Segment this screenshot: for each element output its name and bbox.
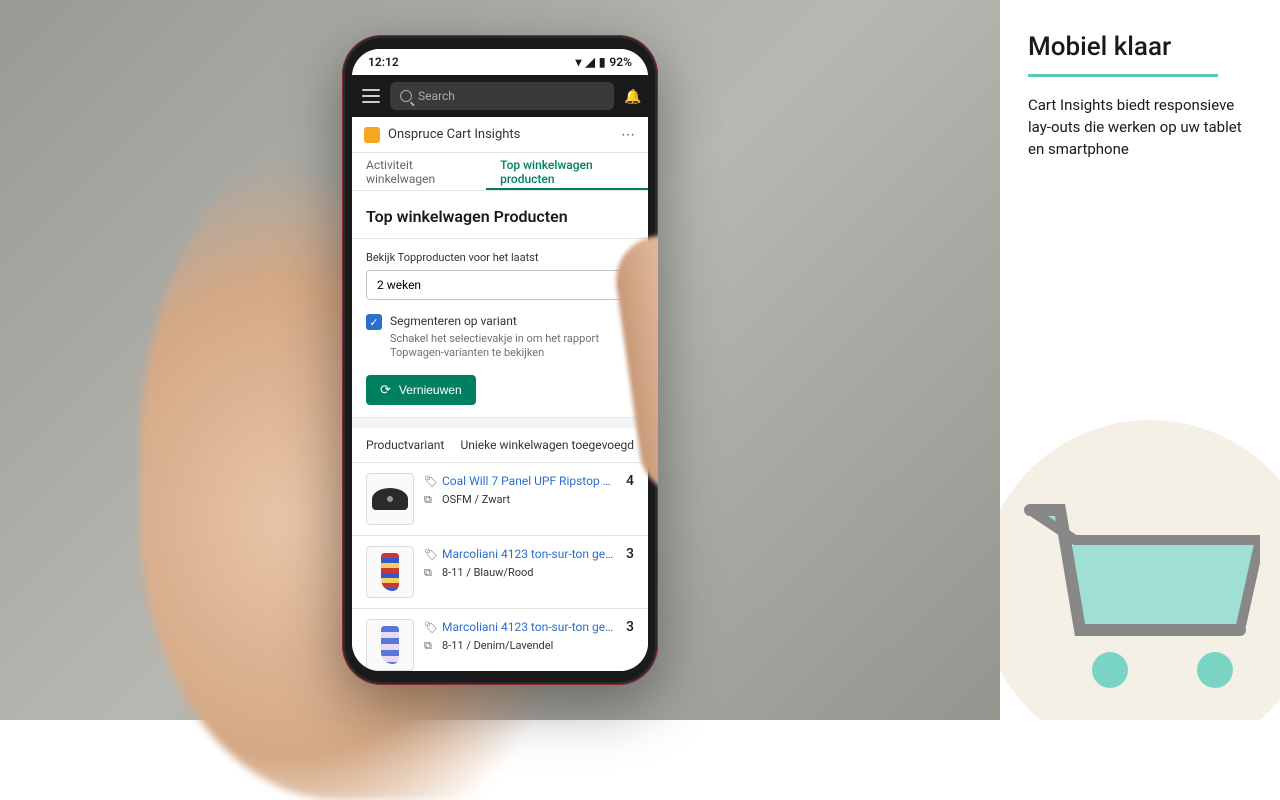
app-logo-icon [364,127,380,143]
cart-icon [1020,490,1260,710]
top-bar: Search 🔔 [352,75,648,117]
product-name-link[interactable]: Marcoliani 4123 ton-sur-ton gestree… [442,547,616,561]
product-thumbnail [366,473,414,525]
cart-count: 3 [626,619,634,635]
table-row[interactable]: 🏷 Coal Will 7 Panel UPF Ripstop Snapp… 4… [352,463,648,536]
segment-label: Segmenteren op variant [390,314,634,328]
table-row[interactable]: 🏷 Marcoliani 4123 ton-sur-ton gestree… 3… [352,609,648,671]
tag-icon: 🏷 [424,621,436,633]
select-value: 2 weken [377,278,421,292]
variant-text: 8-11 / Denim/Lavendel [442,639,553,652]
tab-top-products[interactable]: Top winkelwagen producten [486,153,648,190]
table-header: Productvariant Unieke winkelwagen toegev… [352,428,648,463]
title-underline [1028,74,1218,77]
tag-icon: 🏷 [424,548,436,560]
table-row[interactable]: 🏷 Marcoliani 4123 ton-sur-ton gestree… 3… [352,536,648,609]
refresh-label: Vernieuwen [399,383,462,397]
product-thumbnail [366,546,414,598]
divider [352,418,648,428]
col-unique-carts: Unieke winkelwagen toegevoegd [460,438,634,452]
copy-icon: ⧉ [424,566,436,578]
phone-screen: 12:12 ▾ ◢ ▮ 92% Search 🔔 Onspruce Cart [352,49,648,671]
app-header: Onspruce Cart Insights ⋯ [352,117,648,153]
tag-icon: 🏷 [424,475,436,487]
product-thumbnail [366,619,414,671]
product-name-link[interactable]: Coal Will 7 Panel UPF Ripstop Snapp… [442,474,616,488]
variant-text: 8-11 / Blauw/Rood [442,566,534,579]
wifi-icon: ▾ [576,55,582,69]
period-select[interactable]: 2 weken ▴▾ [366,270,634,300]
variant-text: OSFM / Zwart [442,493,510,506]
copy-icon: ⧉ [424,493,436,505]
cart-count: 4 [626,473,634,489]
page-title: Top winkelwagen Producten [352,191,648,239]
phone-frame: 12:12 ▾ ◢ ▮ 92% Search 🔔 Onspruce Cart [342,35,658,685]
segment-sublabel: Schakel het selectievakje in om het rapp… [390,332,634,361]
segment-checkbox[interactable]: ✓ [366,314,382,330]
filter-label: Bekijk Topproducten voor het laatst [366,251,634,264]
refresh-icon: ⟳ [380,382,391,398]
promo-panel: Mobiel klaar Cart Insights biedt respons… [1000,0,1280,720]
status-time: 12:12 [368,55,399,69]
status-indicators: ▾ ◢ ▮ 92% [576,55,632,69]
promo-body: Cart Insights biedt responsieve lay-outs… [1028,95,1252,160]
app-title: Onspruce Cart Insights [388,127,613,142]
signal-icon: ◢ [586,55,595,69]
status-bar: 12:12 ▾ ◢ ▮ 92% [352,49,648,75]
segment-checkbox-row[interactable]: ✓ Segmenteren op variant Schakel het sel… [366,314,634,361]
tab-activity[interactable]: Activiteit winkelwagen [352,153,486,190]
refresh-button[interactable]: ⟳ Vernieuwen [366,375,476,405]
copy-icon: ⧉ [424,639,436,651]
cart-illustration [1000,420,1280,720]
menu-icon[interactable] [362,89,380,103]
search-input[interactable]: Search [390,82,614,110]
filter-controls: Bekijk Topproducten voor het laatst 2 we… [352,239,648,418]
more-icon[interactable]: ⋯ [621,127,636,143]
battery-icon: ▮ [599,55,606,69]
search-placeholder: Search [418,89,455,103]
product-name-link[interactable]: Marcoliani 4123 ton-sur-ton gestree… [442,620,616,634]
battery-percent: 92% [609,55,632,69]
cart-count: 3 [626,546,634,562]
search-icon [400,90,412,102]
promo-title: Mobiel klaar [1028,32,1252,62]
col-product-variant: Productvariant [366,438,444,452]
photo-background: 12:12 ▾ ◢ ▮ 92% Search 🔔 Onspruce Cart [0,0,1000,720]
tabs: Activiteit winkelwagen Top winkelwagen p… [352,153,648,191]
notification-icon[interactable]: 🔔 [624,89,638,103]
